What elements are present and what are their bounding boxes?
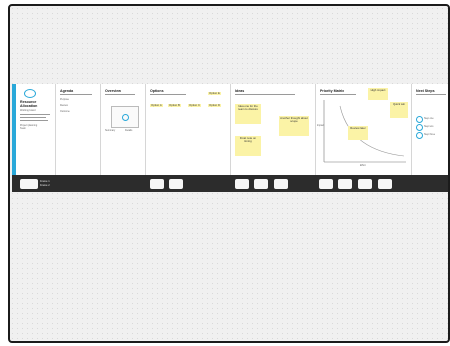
slide-4[interactable]: Options Option E Option A Option B Optio… bbox=[146, 84, 231, 175]
slide-strip: Resource Allocation Working board Projec… bbox=[12, 84, 448, 193]
slides-row: Resource Allocation Working board Projec… bbox=[12, 84, 448, 175]
slide-title: Priority Matrix bbox=[320, 89, 345, 93]
frame-thumbnail[interactable] bbox=[378, 179, 392, 189]
slide-title: Agenda bbox=[60, 89, 74, 93]
option-label: Option E bbox=[208, 91, 221, 95]
slide-title: Next Steps bbox=[416, 89, 435, 93]
board-canvas[interactable]: Resource Allocation Working board Projec… bbox=[8, 4, 450, 343]
text-line bbox=[20, 114, 50, 115]
text-line bbox=[150, 94, 186, 95]
option-label: Option B bbox=[168, 103, 181, 107]
agenda-item: Outcome bbox=[60, 110, 70, 113]
sticky-note[interactable]: Idea one for the team to discuss bbox=[235, 104, 261, 124]
bullet-icon bbox=[416, 116, 423, 123]
text-line bbox=[235, 94, 295, 95]
frame-thumbnail[interactable] bbox=[20, 179, 38, 189]
y-axis-label: Impact bbox=[317, 124, 325, 127]
frame-label: Frame 2 bbox=[40, 184, 50, 187]
x-axis-label: Effort bbox=[360, 164, 366, 167]
frame-thumbnail[interactable] bbox=[319, 179, 333, 189]
option-label: Option D bbox=[208, 103, 222, 107]
frame-thumbnail[interactable] bbox=[358, 179, 372, 189]
text-line bbox=[20, 117, 46, 118]
slide-subtitle: Working board bbox=[20, 109, 36, 112]
slide-2[interactable]: Agenda Purpose Review Outcome bbox=[56, 84, 101, 175]
accent-bar bbox=[12, 84, 16, 175]
diagram-box bbox=[111, 106, 139, 128]
sticky-note[interactable]: High impact bbox=[368, 88, 388, 100]
frame-thumbnail[interactable] bbox=[338, 179, 352, 189]
frame-thumbnail[interactable] bbox=[169, 179, 183, 189]
frame-thumbnail[interactable] bbox=[274, 179, 288, 189]
sticky-note[interactable]: Review later bbox=[348, 126, 368, 140]
frame-thumbnail[interactable] bbox=[235, 179, 249, 189]
frame-label: Frame 1 bbox=[40, 180, 50, 183]
text-line bbox=[60, 94, 92, 95]
text-line bbox=[320, 94, 356, 95]
agenda-item: Purpose bbox=[60, 98, 69, 101]
slide-text: Summary bbox=[105, 129, 116, 132]
circle-icon bbox=[122, 114, 129, 121]
text-line bbox=[416, 94, 446, 95]
step-item: Step one bbox=[424, 117, 434, 120]
sticky-note[interactable]: Another thought about scope bbox=[279, 116, 309, 136]
sticky-note[interactable]: Quick win bbox=[390, 102, 408, 118]
logo-icon bbox=[24, 89, 36, 98]
slide-3[interactable]: Overview Summary Details bbox=[101, 84, 146, 175]
text-line bbox=[105, 94, 135, 95]
slide-title: Resource Allocation bbox=[20, 100, 38, 108]
step-item: Step two bbox=[424, 125, 434, 128]
frame-thumbnail[interactable] bbox=[150, 179, 164, 189]
slide-text: Details bbox=[125, 129, 133, 132]
bullet-icon bbox=[416, 124, 423, 131]
agenda-item: Review bbox=[60, 104, 68, 107]
slide-6[interactable]: Priority Matrix Effort Impact High impac… bbox=[316, 84, 412, 175]
slide-title: Ideas bbox=[235, 89, 245, 93]
slide-5[interactable]: Ideas Idea one for the team to discuss A… bbox=[231, 84, 316, 175]
slide-title: Options bbox=[150, 89, 164, 93]
slide-1[interactable]: Resource Allocation Working board Projec… bbox=[12, 84, 56, 175]
sticky-note[interactable]: Final note on timing bbox=[235, 136, 261, 156]
step-item: Step three bbox=[424, 133, 436, 136]
slide-text: Team bbox=[20, 127, 26, 130]
bullet-icon bbox=[416, 132, 423, 139]
slide-7[interactable]: Next Steps Step one Step two Step three bbox=[412, 84, 448, 175]
text-line bbox=[20, 120, 48, 121]
option-label: Option C bbox=[188, 103, 202, 107]
frame-thumbnail[interactable] bbox=[254, 179, 268, 189]
slide-title: Overview bbox=[105, 89, 121, 93]
option-label: Option A bbox=[150, 103, 163, 107]
